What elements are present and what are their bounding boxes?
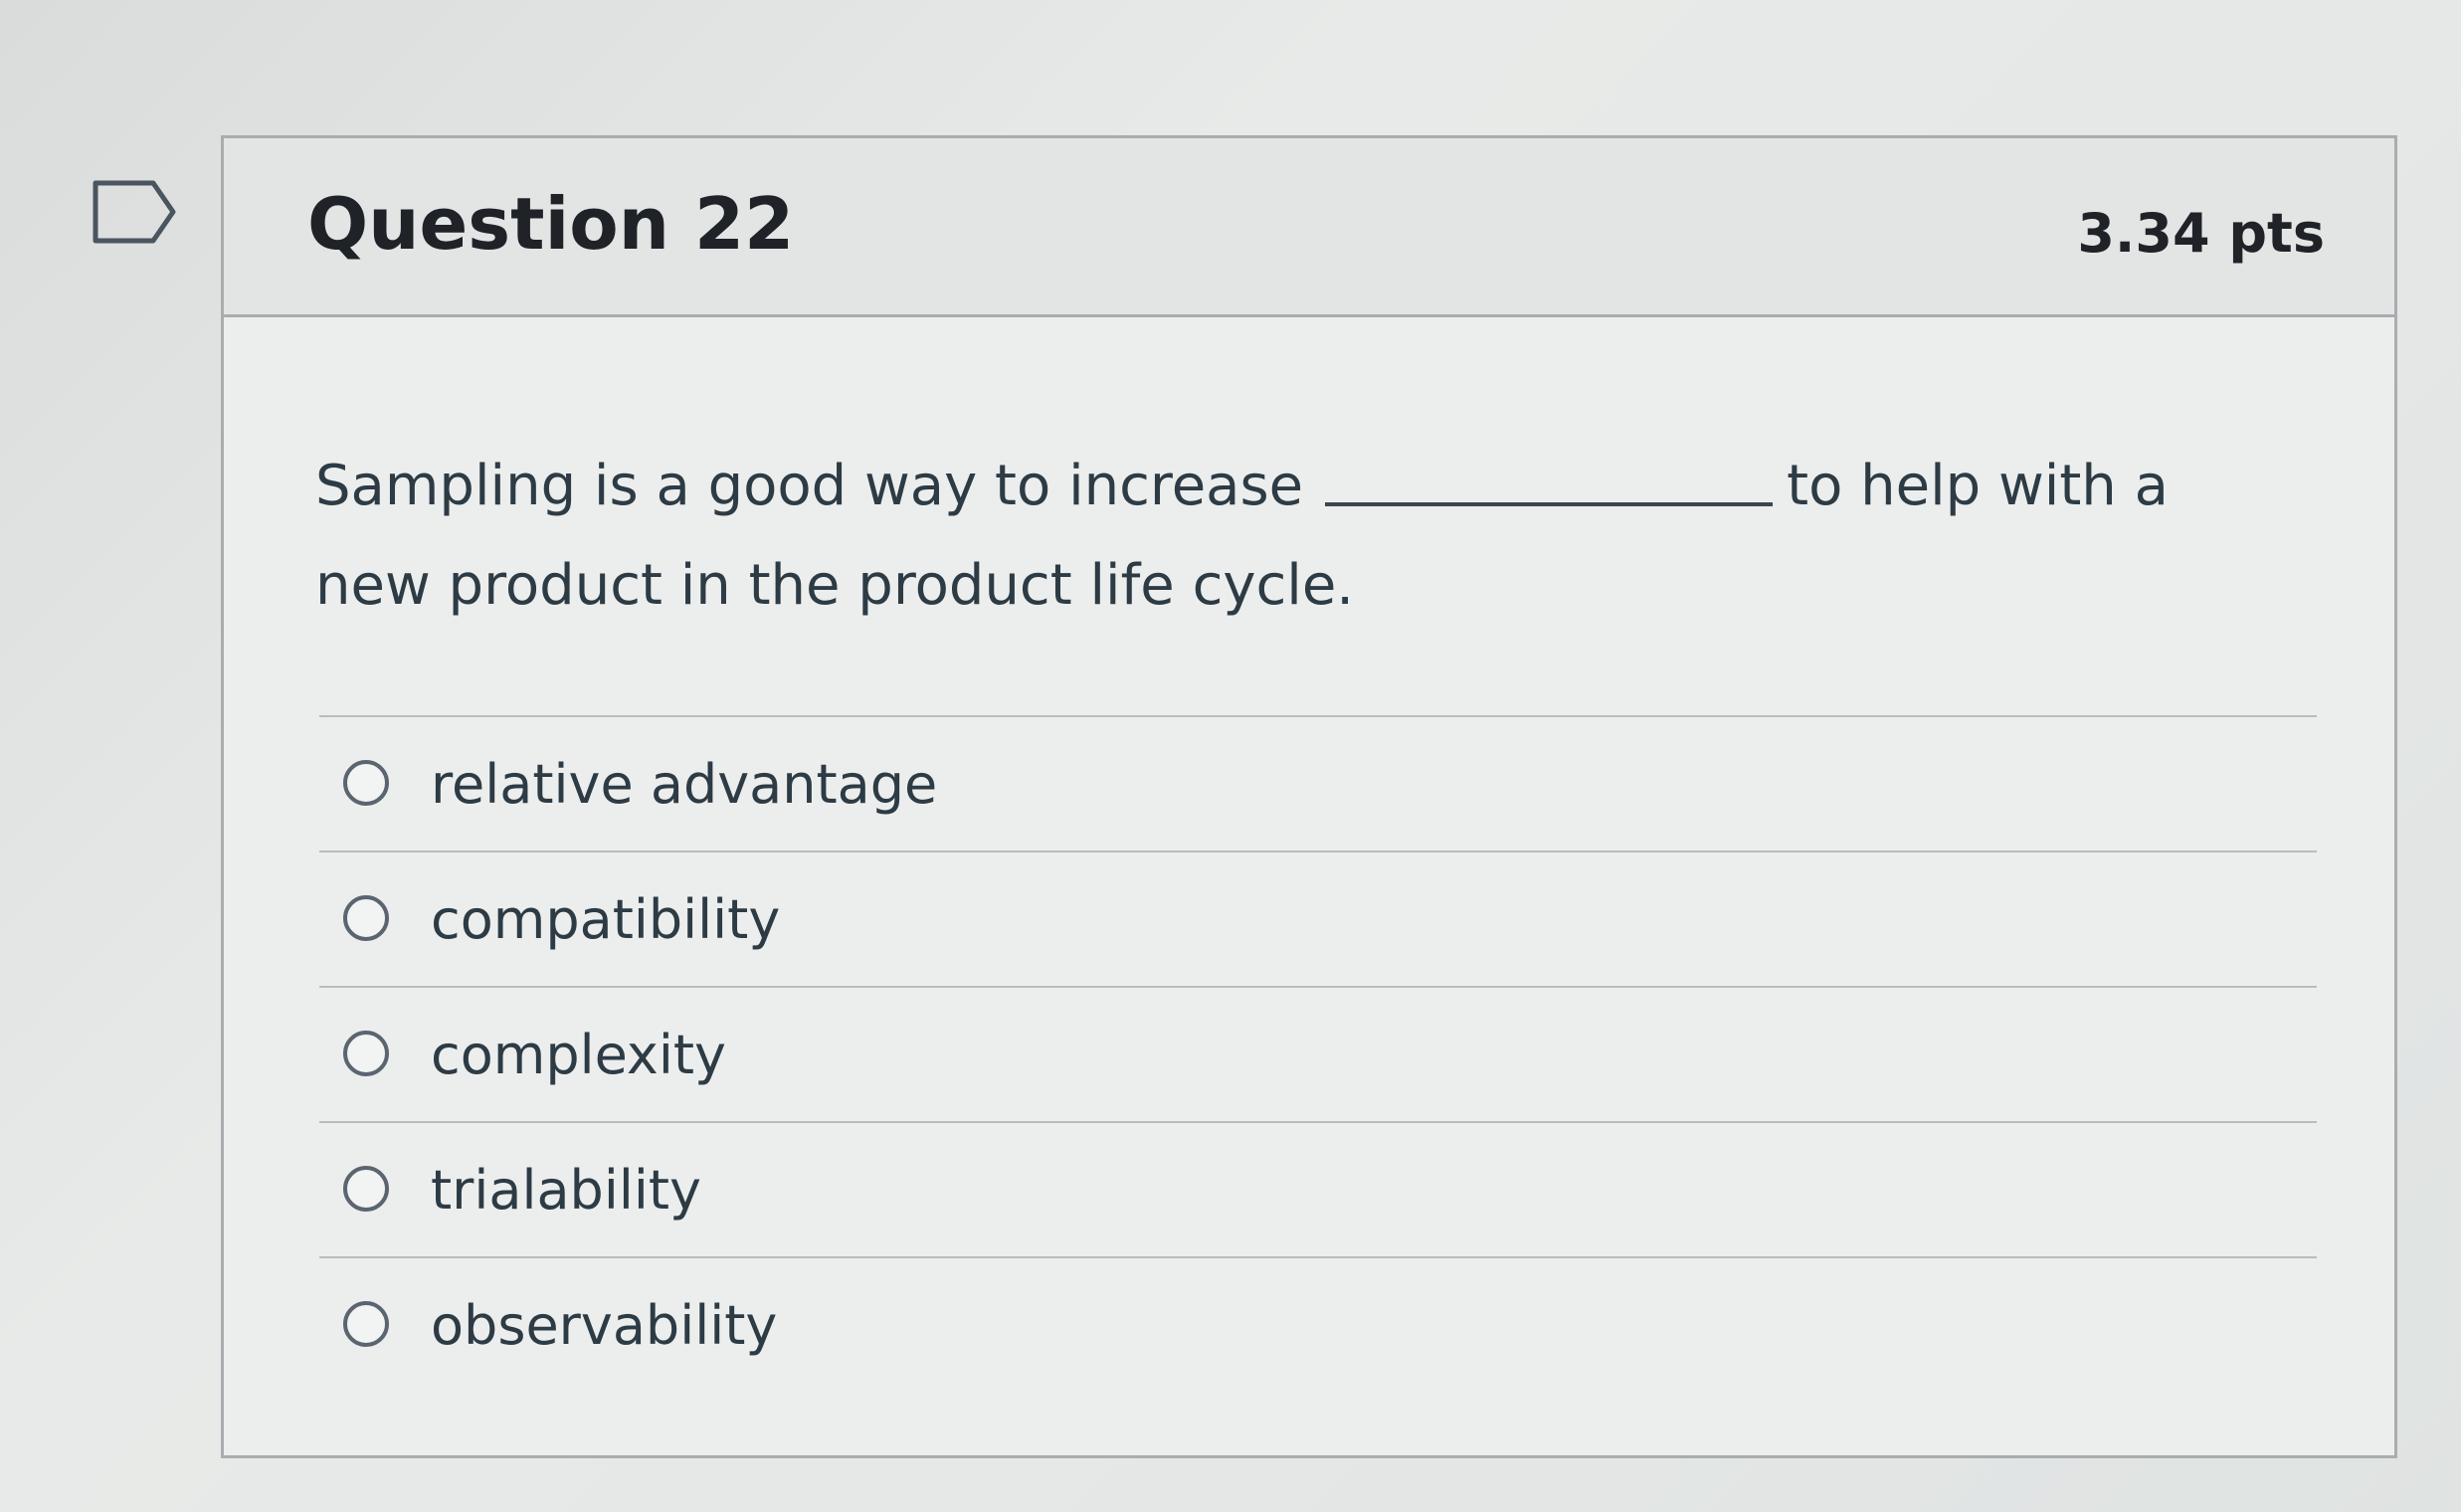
radio-button[interactable] — [343, 1301, 389, 1347]
fill-in-blank — [1325, 502, 1774, 506]
answer-option-complexity[interactable]: complexity — [319, 988, 2317, 1123]
radio-button[interactable] — [343, 895, 389, 941]
answer-label[interactable]: complexity — [431, 1024, 726, 1086]
question-points: 3.34 pts — [2077, 202, 2325, 265]
answer-option-trialability[interactable]: trialability — [319, 1123, 2317, 1258]
radio-button[interactable] — [343, 1166, 389, 1212]
answer-option-relative-advantage[interactable]: relative advantage — [319, 717, 2317, 852]
answer-label[interactable]: trialability — [431, 1159, 701, 1222]
answer-option-observability[interactable]: observability — [319, 1258, 2317, 1394]
radio-button[interactable] — [343, 1031, 389, 1076]
question-text: Sampling is a good way to increase to hel… — [315, 437, 2285, 636]
question-title: Question 22 — [307, 182, 795, 266]
question-text-before-blank: Sampling is a good way to increase — [315, 454, 1304, 518]
question-card: Question 22 3.34 pts Sampling is a good … — [221, 135, 2397, 1458]
answer-label[interactable]: compatibility — [431, 888, 780, 951]
radio-button[interactable] — [343, 760, 389, 806]
answer-label[interactable]: relative advantage — [431, 753, 937, 816]
question-header: Question 22 3.34 pts — [224, 138, 2394, 317]
answer-label[interactable]: observability — [431, 1294, 777, 1357]
answer-list: relative advantage compatibility complex… — [319, 715, 2317, 1394]
answer-option-compatibility[interactable]: compatibility — [319, 852, 2317, 988]
flag-question-icon[interactable] — [92, 179, 177, 245]
